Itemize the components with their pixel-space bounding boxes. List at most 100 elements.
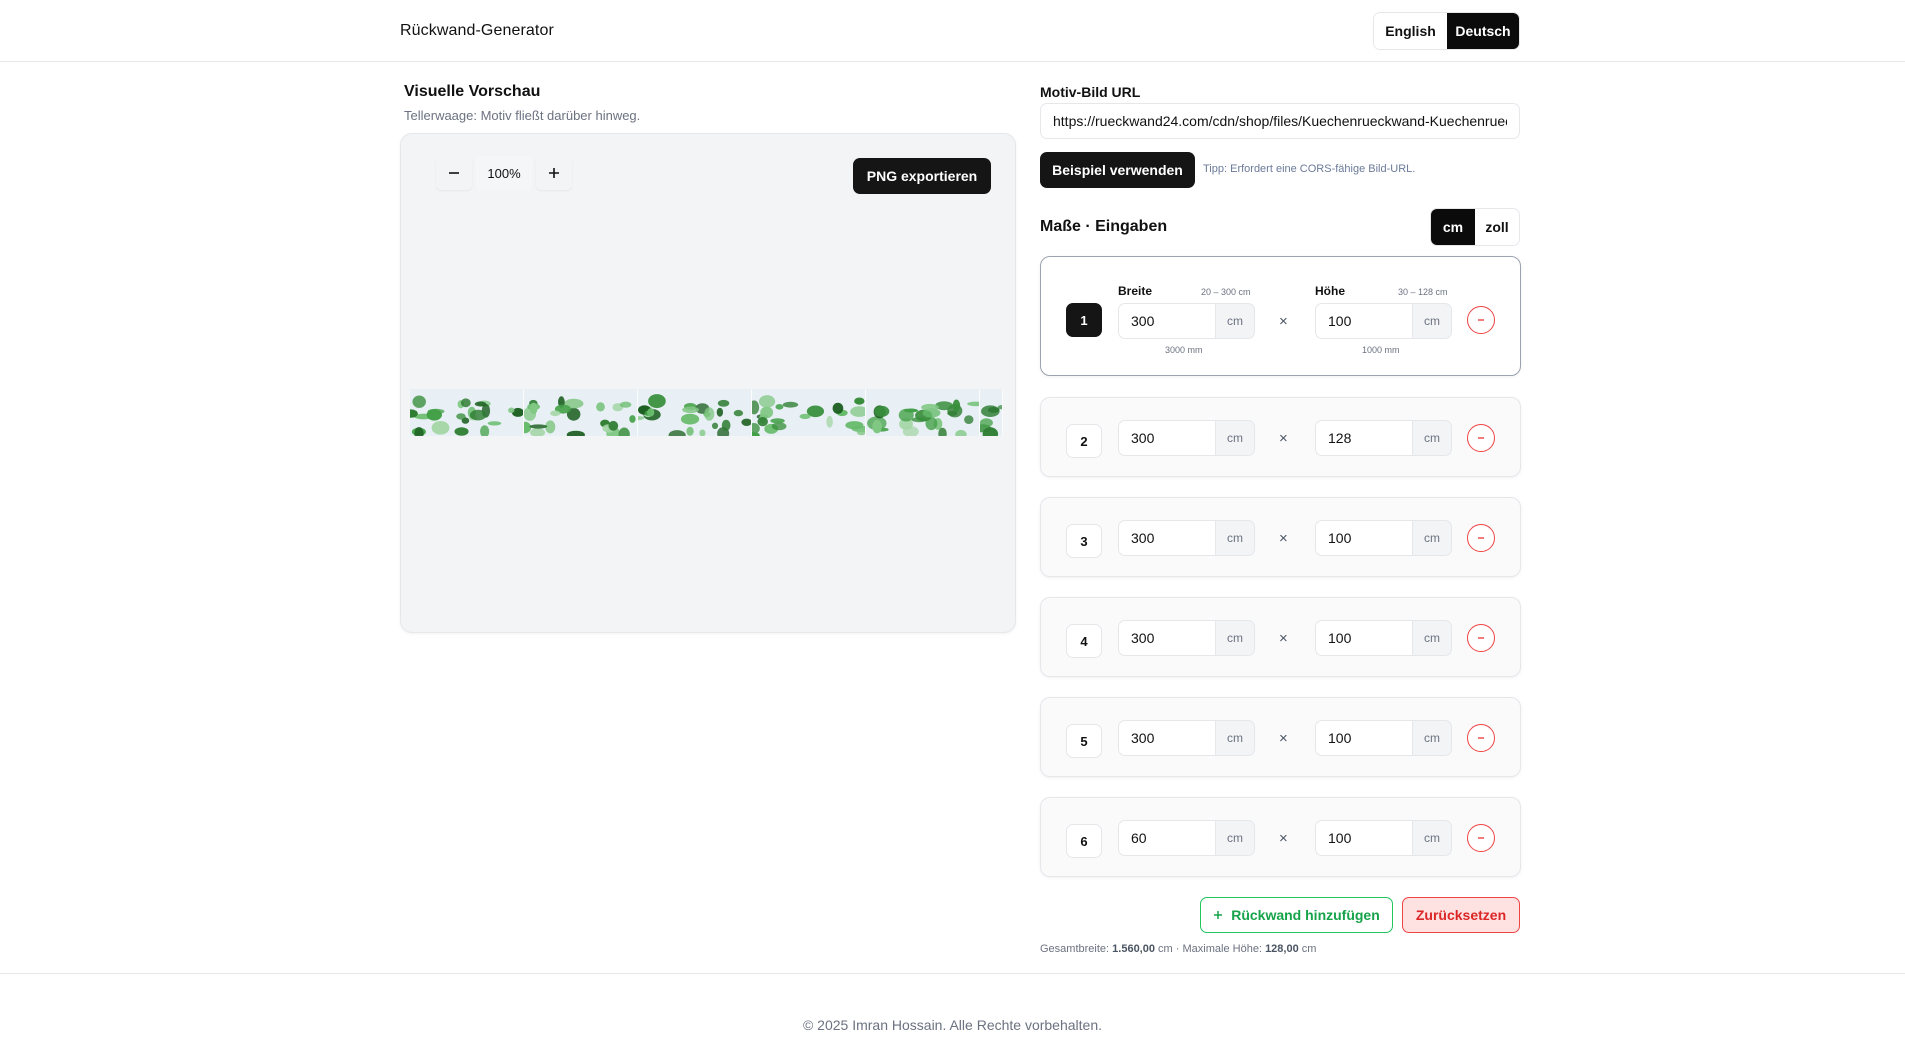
width-unit: cm xyxy=(1215,303,1255,339)
use-sample-button[interactable]: Beispiel verwenden xyxy=(1040,152,1195,188)
export-png-button[interactable]: PNG exportieren xyxy=(853,158,991,194)
width-input[interactable] xyxy=(1118,303,1215,339)
minus-circle-icon xyxy=(1478,319,1484,321)
preview-segment xyxy=(980,389,1003,436)
height-label: Höhe xyxy=(1315,284,1345,298)
width-input[interactable] xyxy=(1118,720,1215,756)
width-field: cm xyxy=(1118,820,1255,856)
height-input[interactable] xyxy=(1315,820,1412,856)
panel-number: 1 xyxy=(1066,303,1102,337)
panel-card-5[interactable]: 5 cm × cm xyxy=(1040,697,1521,777)
times-sign: × xyxy=(1279,313,1288,330)
reset-button[interactable]: Zurücksetzen xyxy=(1402,897,1520,933)
height-field: cm xyxy=(1315,620,1452,656)
height-input[interactable] xyxy=(1315,303,1412,339)
height-field: cm xyxy=(1315,520,1452,556)
width-field: cm xyxy=(1118,620,1255,656)
preview-segment xyxy=(524,389,638,436)
panel-card-2[interactable]: 2 cm × cm xyxy=(1040,397,1521,477)
motif-url-label: Motiv-Bild URL xyxy=(1040,84,1141,100)
width-unit: cm xyxy=(1215,820,1255,856)
zoom-value: 100% xyxy=(476,156,532,190)
width-input[interactable] xyxy=(1118,620,1215,656)
remove-panel-button[interactable] xyxy=(1467,524,1495,552)
zoom-out-button[interactable] xyxy=(436,156,472,190)
language-english-button[interactable]: English xyxy=(1374,13,1447,49)
zoom-controls: 100% xyxy=(436,156,572,190)
height-mm: 1000 mm xyxy=(1362,345,1400,355)
zoom-in-button[interactable] xyxy=(536,156,572,190)
height-unit: cm xyxy=(1412,520,1452,556)
preview-title: Visuelle Vorschau xyxy=(404,83,541,100)
times-sign: × xyxy=(1279,630,1288,647)
foliage-image xyxy=(980,389,1002,436)
max-height-unit: cm xyxy=(1301,943,1317,955)
height-input[interactable] xyxy=(1315,420,1412,456)
remove-panel-button[interactable] xyxy=(1467,424,1495,452)
width-range: 20 – 300 cm xyxy=(1201,287,1251,297)
remove-panel-button[interactable] xyxy=(1467,824,1495,852)
times-sign: × xyxy=(1279,830,1288,847)
panel-number: 3 xyxy=(1066,524,1102,558)
brand-title: Rückwand-Generator xyxy=(400,22,554,39)
motif-url-input[interactable] xyxy=(1040,103,1520,139)
height-range: 30 – 128 cm xyxy=(1398,287,1448,297)
times-sign: × xyxy=(1279,530,1288,547)
minus-icon xyxy=(449,172,459,174)
width-label: Breite xyxy=(1118,284,1153,298)
unit-switch: cm zoll xyxy=(1430,208,1520,246)
unit-cm-button[interactable]: cm xyxy=(1431,209,1475,245)
dimensions-title: Maße · Eingaben xyxy=(1040,218,1168,235)
minus-circle-icon xyxy=(1478,837,1484,839)
width-input[interactable] xyxy=(1118,820,1215,856)
height-unit: cm xyxy=(1412,720,1452,756)
panel-number: 4 xyxy=(1066,624,1102,658)
cors-tip: Tipp: Erfordert eine CORS-fähige Bild-UR… xyxy=(1203,163,1416,175)
width-mm: 3000 mm xyxy=(1165,345,1203,355)
plus-icon xyxy=(549,168,559,178)
height-unit: cm xyxy=(1412,303,1452,339)
height-field: cm xyxy=(1315,303,1452,339)
width-unit: cm xyxy=(1215,720,1255,756)
minus-circle-icon xyxy=(1478,537,1484,539)
height-unit: cm xyxy=(1412,620,1452,656)
total-width-value: 1.560,00 xyxy=(1112,943,1155,955)
width-input[interactable] xyxy=(1118,420,1215,456)
panel-card-6[interactable]: 6 cm × cm xyxy=(1040,797,1521,877)
remove-panel-button[interactable] xyxy=(1467,624,1495,652)
language-deutsch-button[interactable]: Deutsch xyxy=(1447,13,1519,49)
height-field: cm xyxy=(1315,420,1452,456)
motif-preview-strip xyxy=(410,389,1004,436)
minus-circle-icon xyxy=(1478,637,1484,639)
summary-line: Gesamtbreite: 1.560,00 cm · Maximale Höh… xyxy=(1040,943,1316,955)
width-input[interactable] xyxy=(1118,520,1215,556)
add-panel-button[interactable]: Rückwand hinzufügen xyxy=(1200,897,1393,933)
height-input[interactable] xyxy=(1315,620,1412,656)
remove-panel-button[interactable] xyxy=(1467,724,1495,752)
preview-segment xyxy=(638,389,752,436)
preview-subtitle: Tellerwaage: Motiv fließt darüber hinweg… xyxy=(404,108,641,123)
minus-circle-icon xyxy=(1478,737,1484,739)
remove-panel-button[interactable] xyxy=(1467,306,1495,334)
panel-card-4[interactable]: 4 cm × cm xyxy=(1040,597,1521,677)
max-height-label: Maximale Höhe: xyxy=(1182,943,1262,955)
height-input[interactable] xyxy=(1315,520,1412,556)
foliage-image xyxy=(866,389,979,436)
preview-segment xyxy=(866,389,980,436)
preview-canvas[interactable]: 100% PNG exportieren xyxy=(400,133,1016,633)
unit-zoll-button[interactable]: zoll xyxy=(1475,209,1519,245)
times-sign: × xyxy=(1279,430,1288,447)
times-sign: × xyxy=(1279,730,1288,747)
width-field: cm xyxy=(1118,420,1255,456)
total-width-label: Gesamtbreite: xyxy=(1040,943,1110,955)
preview-segment xyxy=(410,389,524,436)
panel-number: 6 xyxy=(1066,824,1102,858)
panel-card-3[interactable]: 3 cm × cm xyxy=(1040,497,1521,577)
panel-card-1[interactable]: 1 Breite 20 – 300 cm cm 3000 mm × Höhe 3… xyxy=(1040,256,1521,376)
footer: © 2025 Imran Hossain. Alle Rechte vorbeh… xyxy=(0,973,1905,1058)
footer-copyright: © 2025 Imran Hossain. Alle Rechte vorbeh… xyxy=(802,1017,1103,1033)
preview-segment xyxy=(752,389,866,436)
height-input[interactable] xyxy=(1315,720,1412,756)
height-unit: cm xyxy=(1412,820,1452,856)
width-unit: cm xyxy=(1215,520,1255,556)
